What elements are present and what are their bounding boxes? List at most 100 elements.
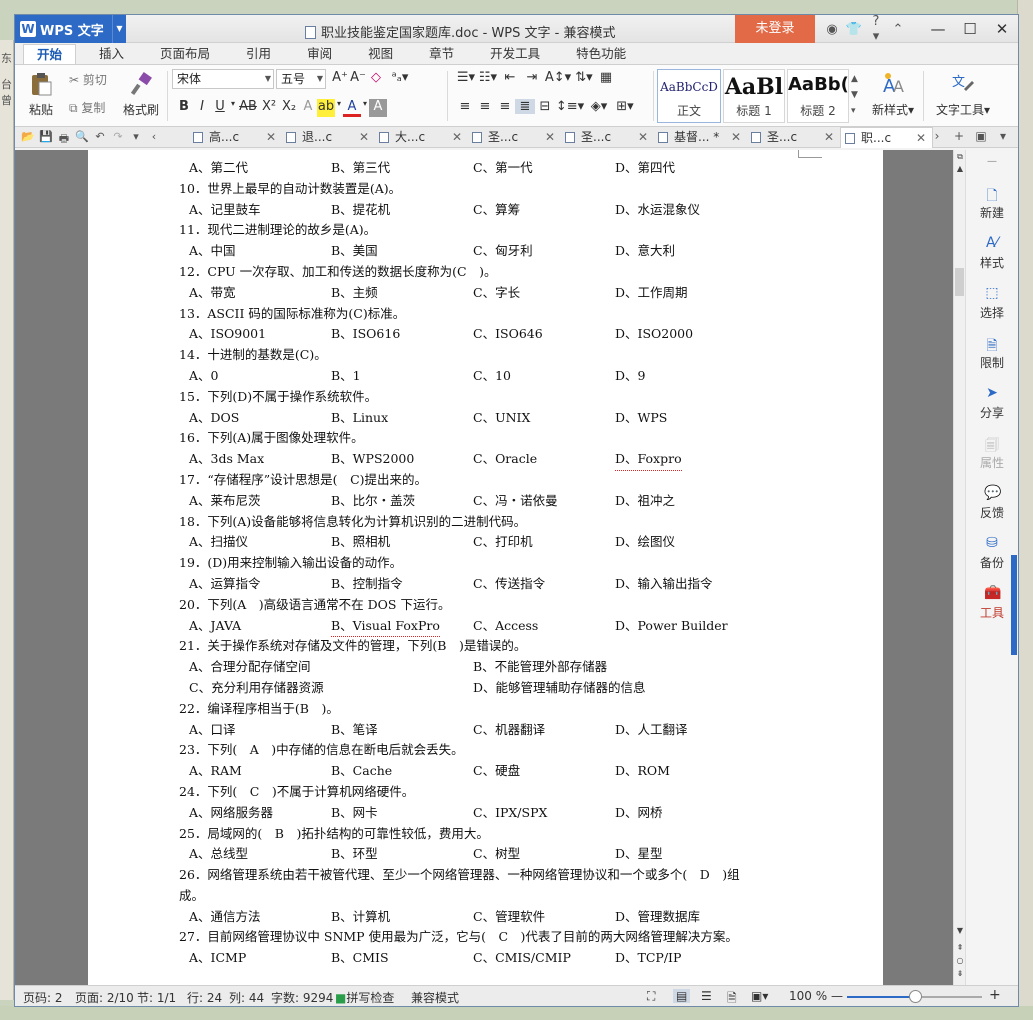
status-col[interactable]: 列: 44 xyxy=(229,989,264,1006)
style-heading-1[interactable]: AaBl 标题 1 xyxy=(723,69,785,123)
decrease-indent-icon[interactable]: ⇤ xyxy=(499,70,521,85)
panel-edge-handle[interactable] xyxy=(1011,555,1017,655)
panel-collapse-icon[interactable]: — xyxy=(966,156,1018,167)
table-border-icon[interactable]: ▦ xyxy=(595,70,617,85)
align-center-icon[interactable]: ≡ xyxy=(475,99,495,114)
font-name-select[interactable]: 宋体 ▼ xyxy=(172,69,274,89)
bullet-list-icon[interactable]: ☰▾ xyxy=(455,70,477,85)
underline-dropdown-icon[interactable]: ▾ xyxy=(229,99,237,117)
highlight-icon[interactable]: ab xyxy=(317,99,335,117)
print-preview-icon[interactable]: 🔍 xyxy=(73,130,91,149)
panel-select-button[interactable]: ⬚ 选择 xyxy=(966,285,1018,321)
numbered-list-icon[interactable]: ☷▾ xyxy=(477,70,499,85)
increase-indent-icon[interactable]: ⇥ xyxy=(521,70,543,85)
line-spacing-icon[interactable]: ↕≡▾ xyxy=(555,99,585,114)
shirt-icon[interactable]: 👕 xyxy=(843,22,865,37)
document-page[interactable]: A、第二代 B、第三代 C、第一代 D、第四代 10．世界上最早的自动计数装置是(A)。… xyxy=(88,150,883,985)
cut-button[interactable]: ✂ 剪切 xyxy=(69,71,107,88)
document-tab[interactable]: 圣...c ✕ xyxy=(747,127,840,148)
zoom-out-icon[interactable]: — xyxy=(831,989,843,1003)
status-section[interactable]: 节: 1/1 xyxy=(137,989,176,1006)
zoom-slider[interactable] xyxy=(847,990,982,1003)
menu-tab-2[interactable]: 页面布局 xyxy=(147,44,223,64)
menu-tab-3[interactable]: 引用 xyxy=(233,44,284,64)
font-size-select[interactable]: 五号 ▼ xyxy=(276,69,326,89)
tab-list-icon[interactable]: ▣ xyxy=(970,129,992,143)
font-color-icon[interactable]: A xyxy=(343,99,361,117)
open-icon[interactable]: 📂 xyxy=(19,130,37,149)
tabs-right-icon[interactable]: › xyxy=(926,129,948,143)
document-tab[interactable]: 退...c ✕ xyxy=(282,127,375,148)
text-tools-button[interactable]: 文 文字工具▾ xyxy=(929,65,997,118)
status-row[interactable]: 行: 24 xyxy=(187,989,222,1006)
page-view-icon[interactable]: ▤ xyxy=(673,989,691,1003)
zoom-slider-handle[interactable] xyxy=(909,990,922,1003)
maximize-icon[interactable]: ☐ xyxy=(954,15,986,43)
style-normal[interactable]: AaBbCcD 正文 xyxy=(657,69,721,123)
paste-button[interactable]: 粘贴 xyxy=(21,65,61,118)
menu-tab-1[interactable]: 插入 xyxy=(86,44,137,64)
menu-tab-4[interactable]: 审阅 xyxy=(294,44,345,64)
skin-icon[interactable]: ◉ xyxy=(821,22,843,37)
document-tab[interactable]: 圣...c ✕ xyxy=(561,127,654,148)
tabs-left-icon[interactable]: ‹ xyxy=(145,130,163,149)
undo-icon[interactable]: ↶ xyxy=(91,130,109,149)
close-tab-icon[interactable]: ✕ xyxy=(359,127,369,147)
minimize-icon[interactable]: — xyxy=(922,15,954,43)
zoom-in-icon[interactable]: + xyxy=(989,987,1001,1003)
panel-style-button[interactable]: A⁄ 样式 xyxy=(966,235,1018,271)
save-icon[interactable]: 💾 xyxy=(37,130,55,149)
copy-button[interactable]: ⧉ 复制 xyxy=(69,99,105,116)
font-color-dropdown-icon[interactable]: ▾ xyxy=(361,99,369,117)
shading-icon[interactable]: ◈▾ xyxy=(585,99,613,114)
status-wordcount[interactable]: 字数: 9294 xyxy=(271,989,333,1006)
sort-icon[interactable]: ⇅▾ xyxy=(573,70,595,85)
phonetic-guide-icon[interactable]: ᵃₐ▾ xyxy=(385,70,415,85)
style-scroll[interactable]: ▲ ▼ ▾ xyxy=(851,71,858,119)
status-page[interactable]: 页码: 2 xyxy=(23,989,63,1006)
menu-tab-6[interactable]: 章节 xyxy=(416,44,467,64)
tab-menu-icon[interactable]: ▾ xyxy=(992,129,1014,143)
scroll-thumb[interactable] xyxy=(955,268,964,296)
panel-new-doc-button[interactable]: 🗋 新建 xyxy=(966,185,1018,221)
fullscreen-icon[interactable]: ⛶ xyxy=(647,989,655,1004)
document-tab[interactable]: 高...c ✕ xyxy=(189,127,282,148)
menu-tab-0[interactable]: 开始 xyxy=(23,44,77,64)
new-tab-icon[interactable]: + xyxy=(948,129,970,143)
help-icon[interactable]: ?▾ xyxy=(865,15,887,44)
align-right-icon[interactable]: ≡ xyxy=(495,99,515,114)
close-tab-icon[interactable]: ✕ xyxy=(266,127,276,147)
spell-check-toggle[interactable]: ■拼写检查 xyxy=(335,989,394,1006)
format-painter-button[interactable]: 格式刷 xyxy=(119,65,163,118)
collapse-ribbon-icon[interactable]: ⌃ xyxy=(887,22,909,37)
chinese-layout-icon[interactable]: A↕▾ xyxy=(543,70,573,85)
grow-font-icon[interactable]: A⁺ xyxy=(331,70,349,85)
document-tab[interactable]: 大...c ✕ xyxy=(375,127,468,148)
app-menu-button[interactable]: W WPS 文字 ▼ xyxy=(15,15,126,43)
panel-feedback-button[interactable]: 💬 反馈 xyxy=(966,485,1018,521)
close-tab-icon[interactable]: ✕ xyxy=(452,127,462,147)
outline-view-icon[interactable]: ☰ xyxy=(701,989,712,1003)
zoom-level[interactable]: 100 % xyxy=(789,989,827,1003)
text-effect-icon[interactable]: A xyxy=(299,99,317,117)
close-tab-icon[interactable]: ✕ xyxy=(545,127,555,147)
print-icon[interactable]: 🖶 xyxy=(55,130,73,149)
status-pages[interactable]: 页面: 2/10 xyxy=(75,989,134,1006)
strikethrough-icon[interactable]: AB xyxy=(237,99,259,117)
align-left-icon[interactable]: ≡ xyxy=(455,99,475,114)
char-shading-icon[interactable]: A xyxy=(369,99,387,117)
reading-view-icon[interactable]: ▣▾ xyxy=(751,989,768,1003)
highlight-dropdown-icon[interactable]: ▾ xyxy=(335,99,343,117)
distribute-icon[interactable]: ⊟ xyxy=(535,99,555,114)
app-menu-dropdown-icon[interactable]: ▼ xyxy=(112,15,126,43)
redo-icon[interactable]: ↷ xyxy=(109,130,127,149)
clear-format-icon[interactable]: ◇ xyxy=(367,70,385,85)
close-tab-icon[interactable]: ✕ xyxy=(824,127,834,147)
superscript-icon[interactable]: X² xyxy=(259,99,279,117)
close-tab-icon[interactable]: ✕ xyxy=(916,128,926,148)
new-style-button[interactable]: AA 新样式▾ xyxy=(867,65,919,118)
menu-tab-8[interactable]: 特色功能 xyxy=(563,44,639,64)
close-tab-icon[interactable]: ✕ xyxy=(731,127,741,147)
close-icon[interactable]: ✕ xyxy=(986,15,1018,43)
underline-icon[interactable]: U xyxy=(211,99,229,117)
